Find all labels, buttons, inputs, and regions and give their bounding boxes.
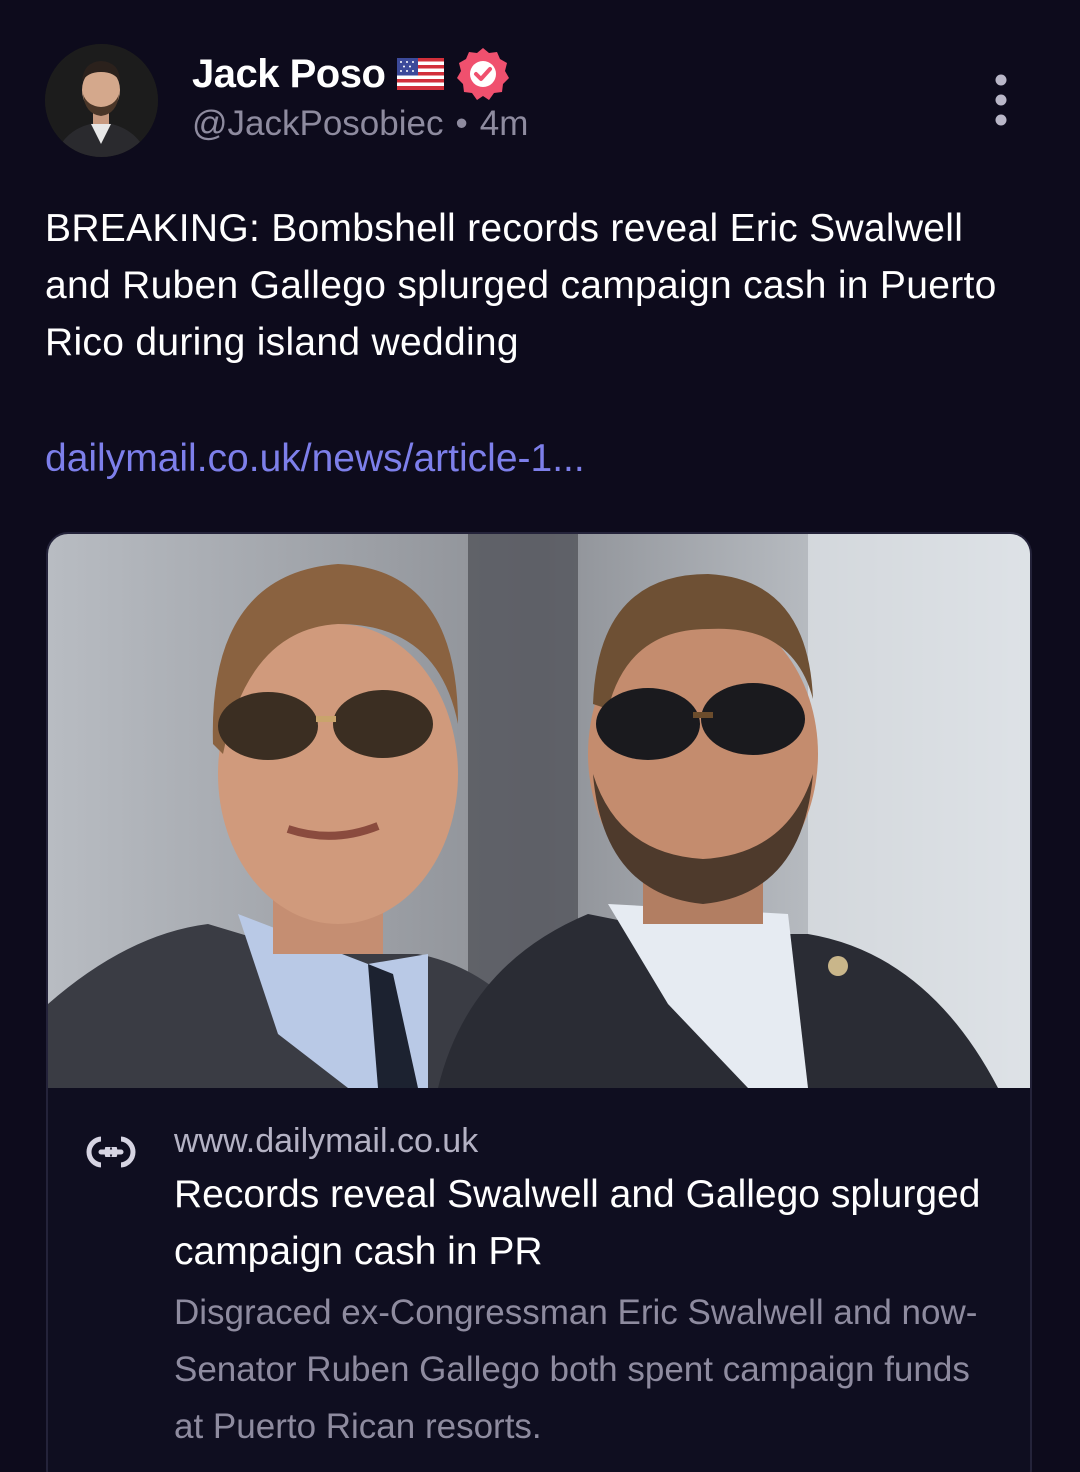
author-display-name[interactable]: Jack Poso (192, 52, 386, 97)
verified-badge-icon (454, 45, 512, 103)
more-vertical-icon[interactable] (986, 74, 1016, 126)
separator-dot: • (455, 104, 468, 143)
author-name-row: Jack Poso (192, 46, 512, 102)
post-text: BREAKING: Bombshell records reveal Eric … (45, 207, 997, 364)
post-link[interactable]: dailymail.co.uk/news/article-1... (45, 430, 585, 487)
card-title: Records reveal Swalwell and Gallego splu… (174, 1173, 981, 1273)
card-description: Disgraced ex-Congressman Eric Swalwell a… (174, 1293, 978, 1446)
card-domain: www.dailymail.co.uk (174, 1122, 479, 1160)
link-icon (86, 1134, 136, 1170)
author-handle-row: @JackPosobiec • 4m (192, 104, 528, 144)
author-handle[interactable]: @JackPosobiec (192, 104, 443, 143)
card-image (48, 534, 1030, 1088)
author-avatar[interactable] (45, 44, 158, 157)
post: Jack Poso @JackPosobiec • 4m BREAKING: B… (0, 0, 1080, 1472)
link-preview-card[interactable]: www.dailymail.co.uk Records reveal Swalw… (46, 532, 1032, 1472)
us-flag-icon (397, 58, 445, 90)
avatar-image (45, 44, 158, 157)
post-timestamp[interactable]: 4m (480, 104, 529, 143)
